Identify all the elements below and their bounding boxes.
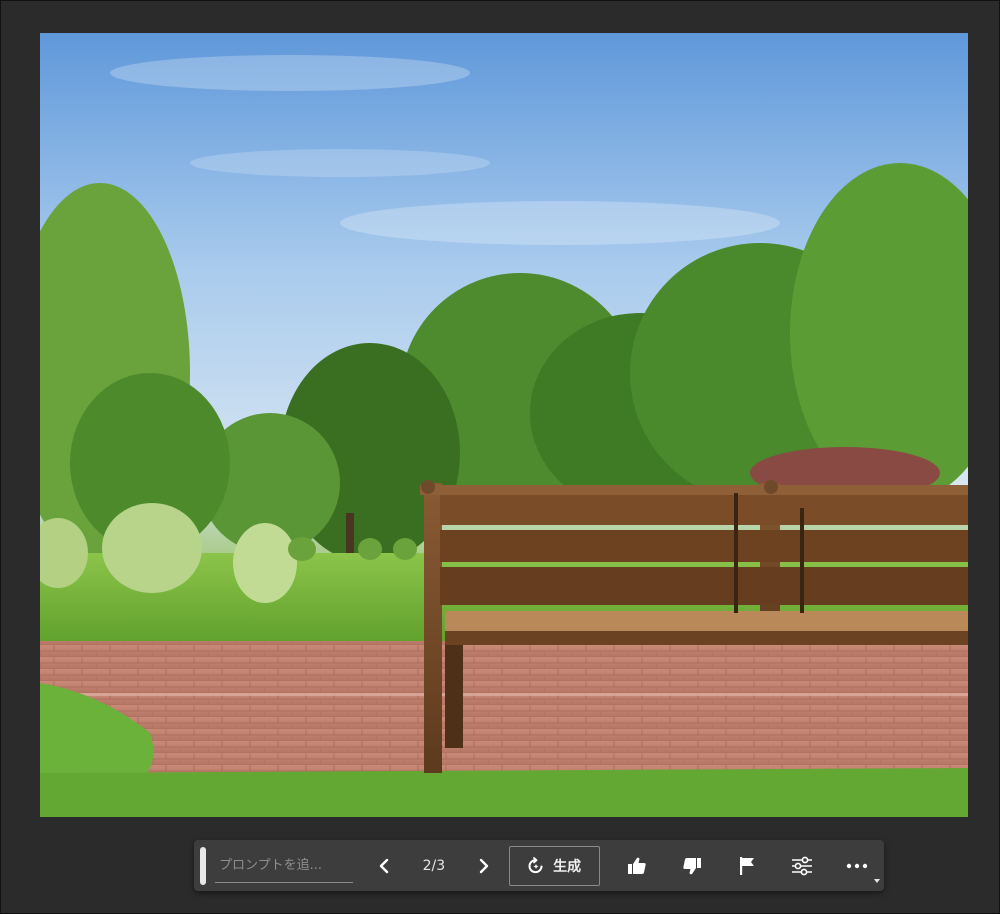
like-button[interactable]: [610, 846, 665, 886]
previous-button[interactable]: [367, 849, 401, 883]
flag-icon: [739, 856, 754, 875]
report-button[interactable]: [719, 846, 774, 886]
next-button[interactable]: [467, 849, 501, 883]
canvas-image[interactable]: [40, 33, 968, 817]
prompt-input[interactable]: [214, 848, 353, 883]
sliders-icon: [791, 856, 812, 875]
chevron-left-icon: [379, 858, 389, 873]
variation-counter: 2/3: [422, 857, 446, 874]
contextual-taskbar: 2/3 生成: [194, 840, 884, 891]
dislike-button[interactable]: [664, 846, 719, 886]
park-bench-scene: [40, 33, 968, 817]
settings-button[interactable]: [774, 846, 829, 886]
refresh-sparkle-icon: [528, 856, 543, 873]
generate-label: 生成: [553, 858, 582, 875]
thumbs-up-icon: [628, 857, 646, 874]
generate-button[interactable]: 生成: [508, 845, 600, 886]
more-icon: [846, 863, 867, 868]
drag-handle[interactable]: [200, 846, 206, 885]
chevron-right-icon: [479, 858, 488, 873]
more-button[interactable]: [829, 846, 884, 886]
thumbs-down-icon: [683, 857, 701, 874]
workspace: 2/3 生成: [0, 0, 1000, 914]
dropdown-caret-icon: [874, 878, 881, 883]
